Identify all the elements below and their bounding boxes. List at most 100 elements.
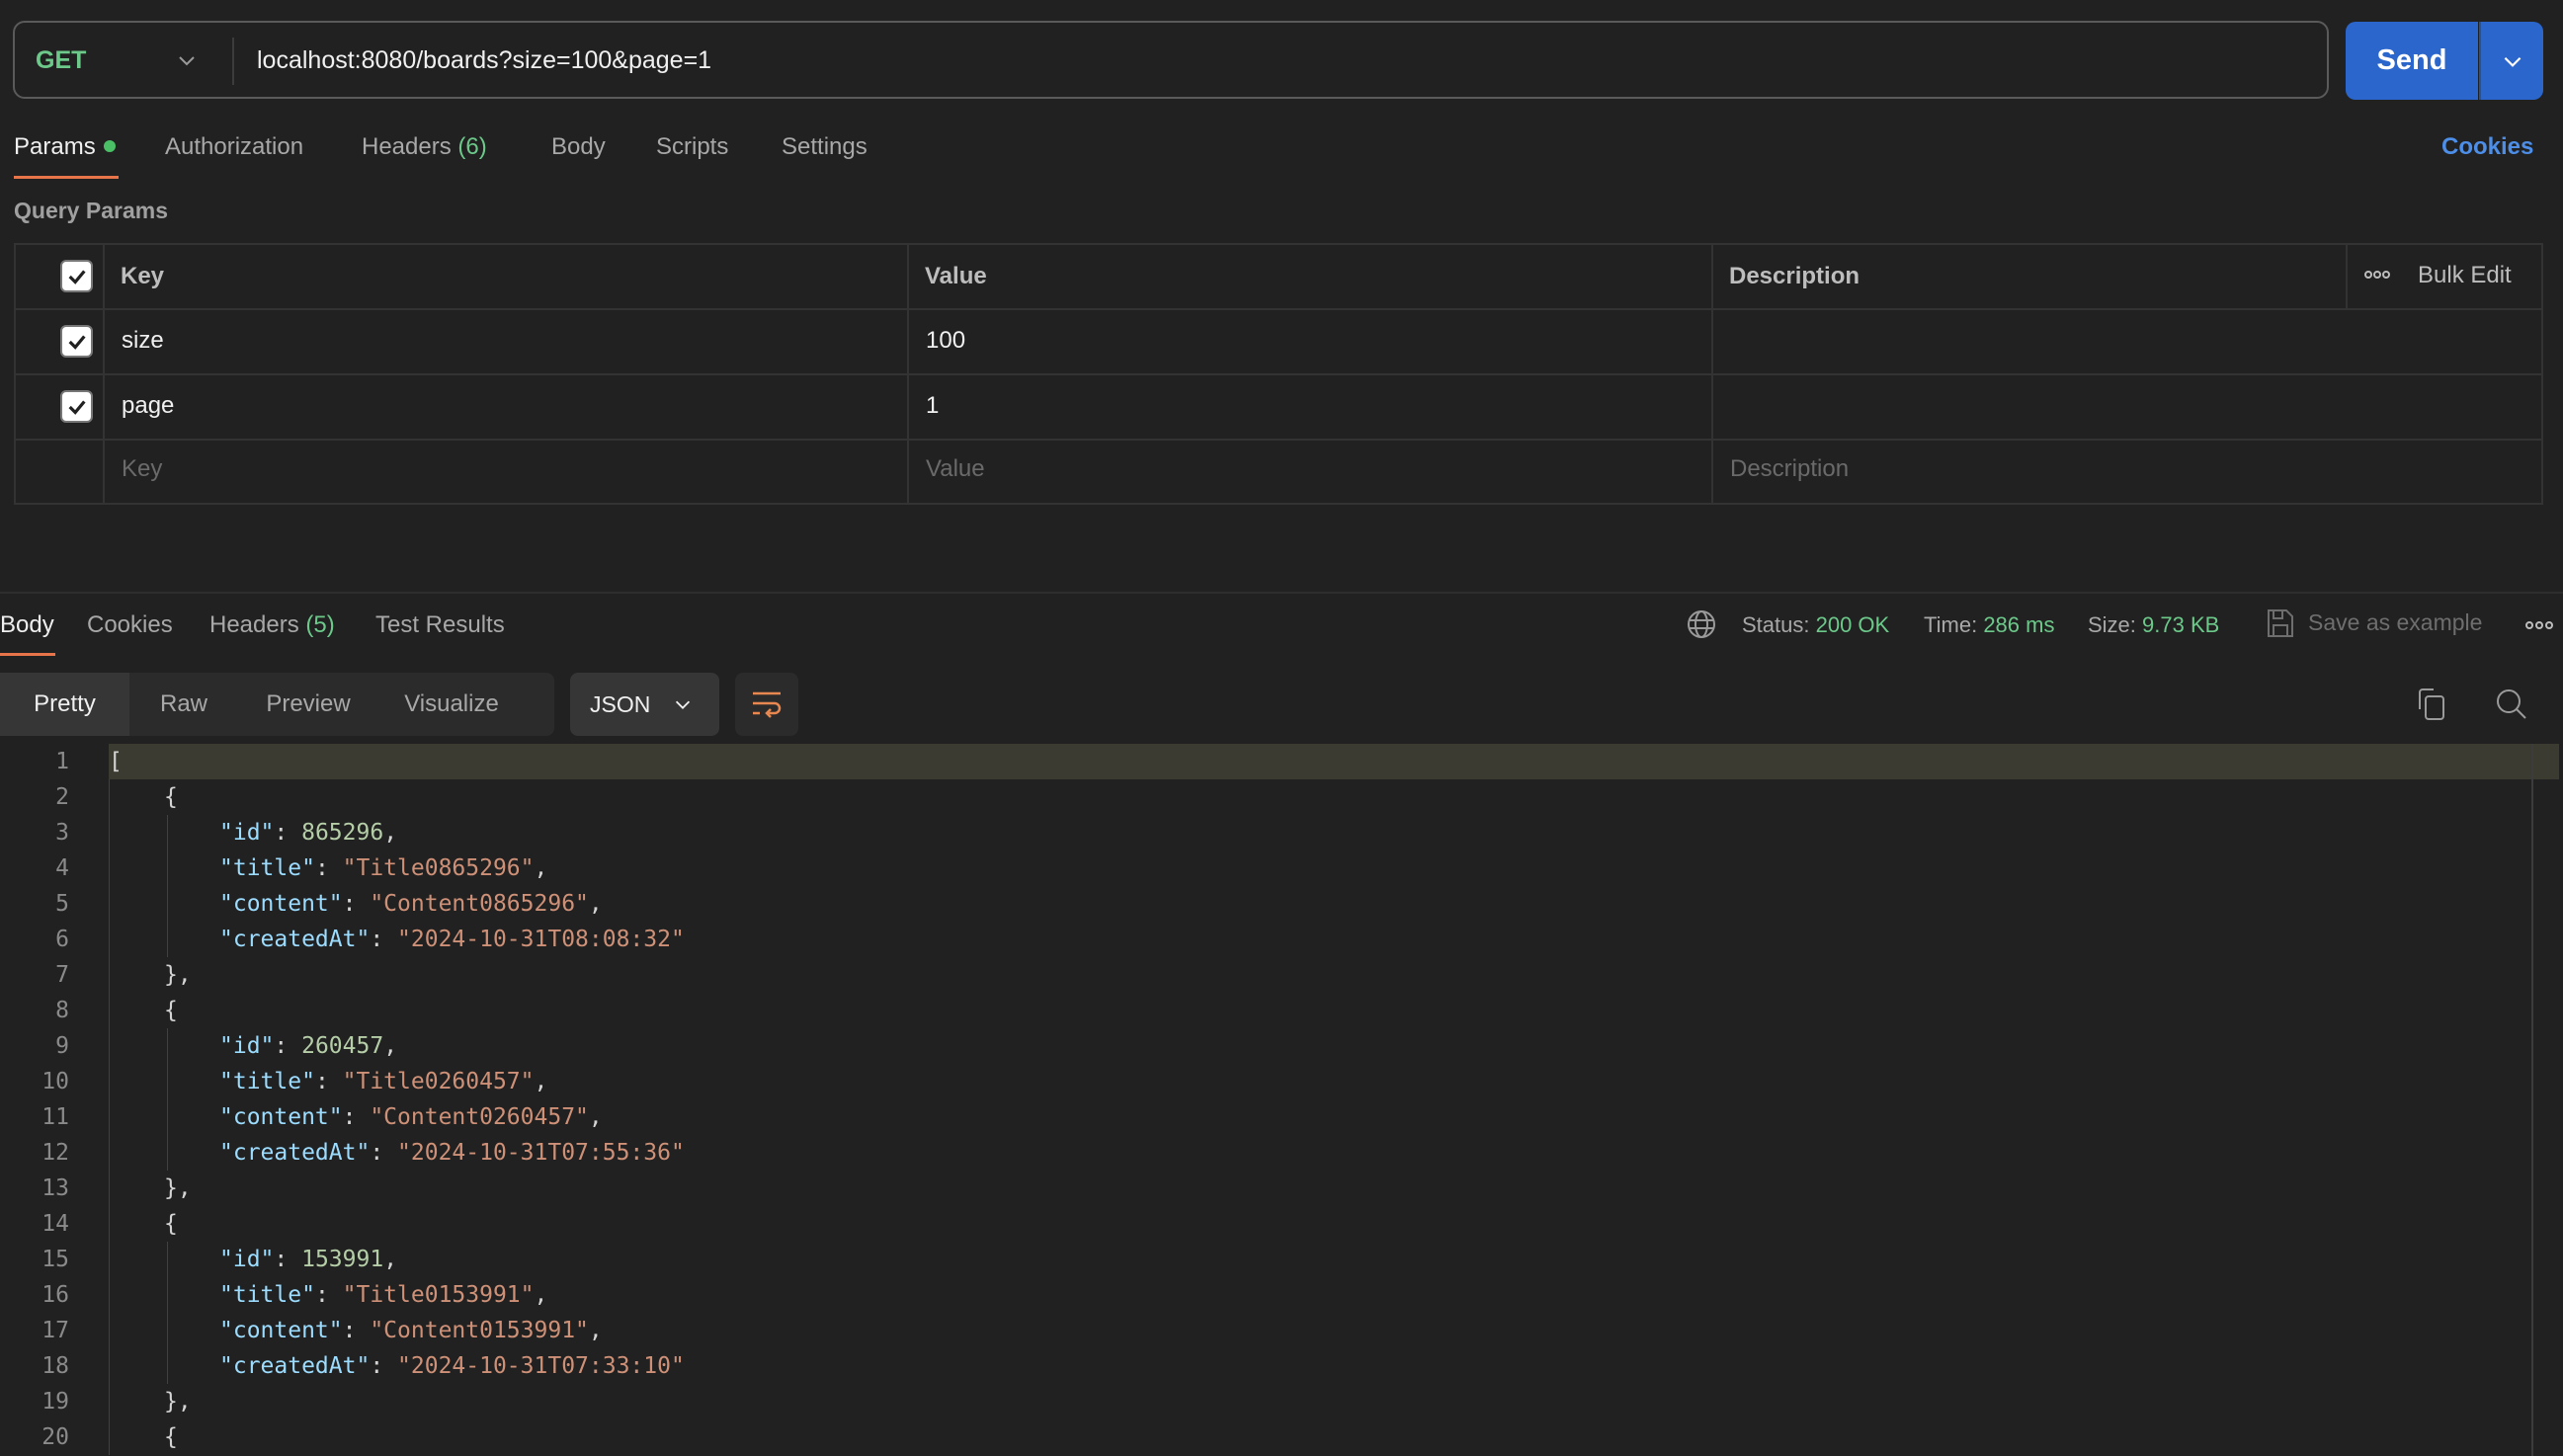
save-as-example-button[interactable]: Save as example: [2308, 609, 2482, 636]
response-tab-cookies[interactable]: Cookies: [87, 611, 173, 639]
status-label: Status:: [1742, 612, 1810, 637]
response-time[interactable]: Time: 286 ms: [1924, 612, 2054, 638]
tab-scripts[interactable]: Scripts: [656, 133, 728, 161]
method-label: GET: [36, 46, 87, 74]
code-token: {: [164, 784, 178, 810]
param-description-cell[interactable]: [1713, 375, 2541, 439]
checkmark-icon: [68, 334, 86, 350]
method-select[interactable]: GET: [22, 21, 232, 101]
code-text: {: [164, 1419, 178, 1455]
code-text: "content": "Content0865296",: [219, 886, 603, 922]
bulk-edit-button[interactable]: Bulk Edit: [2418, 262, 2512, 289]
response-body-editor[interactable]: 1[2{3 "id": 865296, 4 "title": "Title086529…: [0, 744, 2563, 1456]
code-text: "content": "Content0153991",: [219, 1313, 603, 1348]
response-tab-headers[interactable]: Headers (5): [209, 611, 335, 639]
view-visualize[interactable]: Visualize: [378, 673, 525, 736]
code-token: ,: [534, 1282, 548, 1308]
code-line: 15 "id": 153991,: [0, 1242, 2529, 1277]
code-token: :: [370, 927, 398, 952]
row-divider: [14, 439, 2543, 441]
code-token: ,: [534, 855, 548, 881]
code-token: :: [370, 1140, 398, 1166]
code-token: {: [164, 1211, 178, 1237]
send-button[interactable]: Send: [2346, 22, 2478, 100]
code-line: 7},: [0, 957, 2529, 993]
code-token: :: [342, 1318, 371, 1343]
tab-label: Test Results: [375, 611, 505, 638]
code-text: {: [164, 1206, 178, 1242]
code-line: 2{: [0, 779, 2529, 815]
select-all-checkbox[interactable]: [60, 260, 93, 292]
tab-label: Headers: [362, 133, 452, 160]
more-options-icon[interactable]: [2525, 617, 2553, 638]
code-line: 5 "content": "Content0865296",: [0, 886, 2529, 922]
code-text: },: [164, 1384, 192, 1419]
search-icon[interactable]: [2495, 688, 2528, 726]
code-text: {: [164, 993, 178, 1028]
code-line: 17 "content": "Content0153991",: [0, 1313, 2529, 1348]
param-value-cell[interactable]: 1: [926, 392, 939, 420]
code-text: "id": 260457,: [219, 1028, 397, 1064]
param-enabled-checkbox[interactable]: [60, 325, 93, 358]
line-number: 4: [55, 855, 69, 881]
cookies-link[interactable]: Cookies: [2441, 133, 2533, 161]
tab-headers[interactable]: Headers (6): [362, 133, 487, 161]
code-token: "createdAt": [219, 927, 371, 952]
tab-authorization[interactable]: Authorization: [165, 133, 303, 161]
param-key-cell[interactable]: page: [122, 392, 174, 420]
response-status[interactable]: Status: 200 OK: [1742, 612, 1889, 638]
pane-divider[interactable]: [0, 592, 2563, 594]
tab-label: Body: [0, 611, 54, 638]
params-indicator-dot: [103, 139, 116, 152]
tab-body[interactable]: Body: [551, 133, 606, 161]
param-value-cell[interactable]: 100: [926, 327, 965, 355]
view-preview[interactable]: Preview: [238, 673, 378, 736]
code-token: "content": [219, 891, 343, 917]
code-line: 12 "createdAt": "2024-10-31T07:55:36": [0, 1135, 2529, 1171]
size-label: Size:: [2088, 612, 2136, 637]
new-param-value-input[interactable]: Value: [926, 455, 985, 483]
url-input[interactable]: [257, 21, 2312, 101]
code-text: "createdAt": "2024-10-31T08:08:32": [219, 922, 685, 957]
tab-params[interactable]: Params: [14, 133, 116, 161]
headers-count: (5): [305, 611, 335, 638]
format-select[interactable]: JSON: [570, 673, 719, 736]
tab-label: Authorization: [165, 133, 304, 160]
tab-label: Settings: [782, 133, 868, 160]
param-enabled-checkbox[interactable]: [60, 390, 93, 423]
globe-icon[interactable]: [1687, 609, 1716, 644]
view-pretty[interactable]: Pretty: [0, 673, 129, 736]
new-param-key-input[interactable]: Key: [122, 455, 162, 483]
code-token: :: [370, 1353, 398, 1379]
response-tab-test-results[interactable]: Test Results: [375, 611, 505, 639]
param-key-cell[interactable]: size: [122, 327, 164, 355]
code-line: 4 "title": "Title0865296",: [0, 850, 2529, 886]
code-token: "title": [219, 855, 315, 881]
code-text: {: [164, 779, 178, 815]
tab-label: Params: [14, 133, 96, 160]
col-divider: [907, 243, 909, 505]
line-number: 5: [55, 891, 69, 917]
code-token: "id": [219, 1033, 275, 1059]
time-label: Time:: [1924, 612, 1978, 637]
code-text: "id": 153991,: [219, 1242, 397, 1277]
code-token: "Content0865296": [370, 891, 589, 917]
view-raw[interactable]: Raw: [129, 673, 238, 736]
wrap-lines-button[interactable]: [735, 673, 798, 736]
chevron-down-icon: [676, 700, 691, 709]
new-param-description-input[interactable]: Description: [1730, 455, 1849, 483]
response-tab-body[interactable]: Body: [0, 611, 54, 639]
code-line: 18 "createdAt": "2024-10-31T07:33:10": [0, 1348, 2529, 1384]
code-token: "createdAt": [219, 1140, 371, 1166]
response-size[interactable]: Size: 9.73 KB: [2088, 612, 2219, 638]
copy-icon[interactable]: [2416, 688, 2447, 726]
send-label: Send: [2376, 44, 2447, 76]
param-description-cell[interactable]: [1713, 310, 2541, 373]
more-options-icon[interactable]: [2364, 265, 2390, 289]
send-options-button[interactable]: [2479, 22, 2543, 100]
tab-label: Body: [551, 133, 606, 160]
code-text: "title": "Title0153991",: [219, 1277, 547, 1313]
line-number: 18: [41, 1353, 69, 1379]
tab-settings[interactable]: Settings: [782, 133, 868, 161]
code-token: ,: [588, 891, 603, 917]
